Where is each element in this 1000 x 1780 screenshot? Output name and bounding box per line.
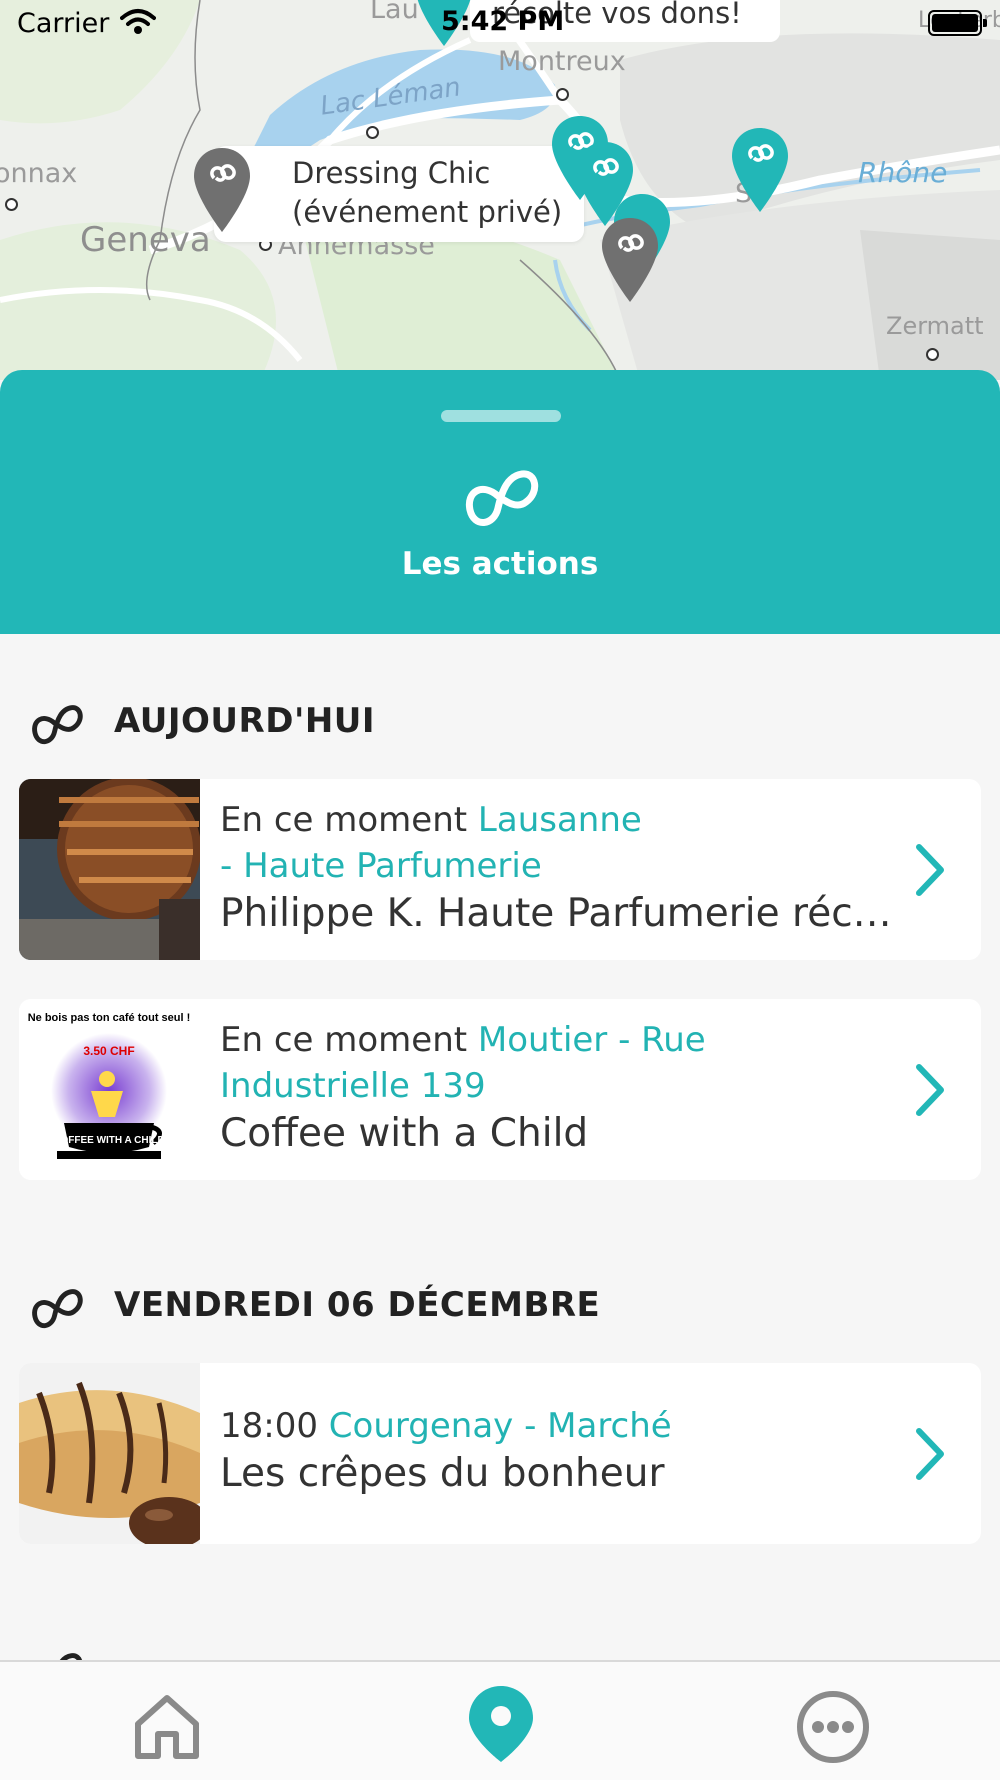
map-view[interactable]: Lau Montreux Lac Léman onnax Geneva Anne… — [0, 0, 1000, 380]
map-pin-gray[interactable] — [600, 216, 660, 306]
map-pin-gray[interactable] — [192, 146, 252, 236]
map-label-nyon: onnax — [0, 158, 78, 189]
action-when: En ce moment — [220, 800, 468, 840]
chevron-right-icon — [916, 844, 944, 896]
actions-list[interactable]: AUJOURD'HUI En ce moment Lausanne - Haut… — [0, 634, 1000, 1660]
action-name: Philippe K. Haute Parfumerie réco... — [220, 891, 910, 936]
section-title: VENDREDI 06 DÉCEMBRE — [114, 1285, 601, 1325]
section-header-friday: VENDREDI 06 DÉCEMBRE — [28, 1276, 600, 1334]
callout-subtitle: (événement privé) — [292, 195, 563, 229]
infinity-heart-icon — [59, 1653, 82, 1660]
map-city-dot — [5, 198, 18, 211]
action-card[interactable]: En ce moment Lausanne - Haute Parfumerie… — [19, 779, 981, 960]
infinity-heart-logo-icon — [465, 470, 539, 526]
map-label-rhone: Rhône — [858, 156, 948, 189]
map-city-dot — [366, 126, 379, 139]
action-card[interactable]: Ne bois pas ton café tout seul ! 3.50 CH… — [19, 999, 981, 1180]
sheet-grabber-handle[interactable] — [441, 410, 561, 422]
wifi-icon — [120, 9, 156, 34]
status-bar: Carrier 5:42 PM — [0, 0, 1000, 50]
more-icon[interactable] — [796, 1690, 870, 1764]
action-name: Coffee with a Child — [220, 1111, 589, 1156]
map-city-dot — [556, 88, 569, 101]
action-name: Les crêpes du bonheur — [220, 1451, 665, 1496]
action-card[interactable]: 18:00 Courgenay - Marché Les crêpes du b… — [19, 1363, 981, 1544]
callout-title: Dressing Chic — [292, 156, 491, 190]
action-card-text: En ce moment Moutier - Rue Industrielle … — [220, 1017, 910, 1159]
section-header-today: AUJOURD'HUI — [28, 692, 375, 750]
action-when: En ce moment — [220, 1020, 468, 1060]
map-label-montreux: Montreux — [498, 46, 626, 77]
tab-bar — [0, 1660, 1000, 1780]
home-icon[interactable] — [132, 1690, 202, 1760]
section-title: AUJOURD'HUI — [114, 701, 376, 741]
thumb-text-price: 3.50 CHF — [83, 1044, 134, 1058]
action-card-text: En ce moment Lausanne - Haute Parfumerie… — [220, 797, 910, 939]
action-thumbnail-crepes — [19, 1363, 200, 1544]
map-callout-dressing-chic[interactable]: Dressing Chic (événement privé) — [214, 146, 585, 242]
action-card-text: 18:00 Courgenay - Marché Les crêpes du b… — [220, 1403, 910, 1499]
chevron-right-icon — [916, 1064, 944, 1116]
map-city-dot — [926, 348, 939, 361]
battery-icon — [928, 10, 987, 36]
map-pin-icon[interactable] — [466, 1684, 536, 1764]
map-pin-teal[interactable] — [730, 126, 790, 216]
action-when: 18:00 — [220, 1406, 318, 1446]
action-thumbnail-coffee-with-a-child: Ne bois pas ton café tout seul ! 3.50 CH… — [19, 999, 200, 1180]
map-label-zermatt: Zermatt — [886, 312, 984, 340]
infinity-heart-icon — [32, 705, 83, 745]
action-thumbnail-parfumerie — [19, 779, 200, 960]
sheet-title: Les actions — [401, 546, 599, 582]
status-time: 5:42 PM — [441, 6, 565, 37]
infinity-heart-icon — [32, 1289, 83, 1329]
actions-sheet-header[interactable]: Les actions — [0, 370, 1000, 634]
action-location: Courgenay - Marché — [328, 1406, 672, 1446]
thumb-text-cup: COFFEE WITH A CHILD — [53, 1135, 164, 1146]
thumb-text-top: Ne bois pas ton café tout seul ! — [28, 1012, 191, 1024]
carrier-label: Carrier — [17, 8, 110, 39]
chevron-right-icon — [916, 1428, 944, 1480]
